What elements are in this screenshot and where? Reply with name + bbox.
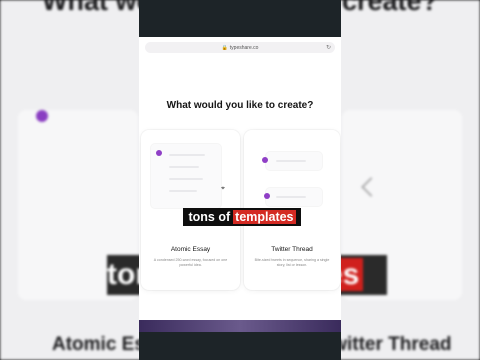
lock-icon: 🔒 — [221, 44, 228, 51]
card-description: Bite-sized tweets in sequence, sharing a… — [254, 258, 330, 267]
purple-dot-icon — [156, 150, 162, 156]
preview-line — [169, 154, 205, 156]
purple-dot-icon — [264, 193, 270, 199]
background-twitter-thread: Twitter Thread — [322, 334, 452, 355]
video-caption: tons of templates — [183, 208, 301, 226]
caption-prefix: tons of — [188, 210, 231, 224]
caption-highlight: templates — [233, 210, 296, 224]
preview-line — [169, 166, 199, 168]
tweet-preview — [266, 188, 322, 206]
preview-line — [169, 178, 203, 180]
card-description: A condensed 250-word essay, focused on o… — [153, 258, 228, 267]
preview-line — [276, 196, 306, 198]
browser-window: 🔒 typeshare.co ↻ What would you like to … — [139, 37, 341, 324]
reload-icon[interactable]: ↻ — [326, 44, 331, 51]
mouse-pointer-icon: ⌖ — [221, 185, 225, 192]
preview-line — [276, 160, 306, 162]
url-text: typeshare.co — [229, 44, 259, 51]
purple-dot-icon — [262, 157, 268, 163]
address-bar[interactable]: 🔒 typeshare.co ↻ — [145, 42, 335, 53]
preview-line — [169, 190, 197, 192]
card-title: Atomic Essay — [170, 246, 211, 253]
page-title: What would you like to create? — [166, 100, 314, 111]
dock-bar — [139, 320, 341, 332]
background-purple-dot — [36, 110, 48, 122]
tweet-preview — [266, 152, 322, 170]
card-title: Twitter Thread — [271, 246, 313, 253]
